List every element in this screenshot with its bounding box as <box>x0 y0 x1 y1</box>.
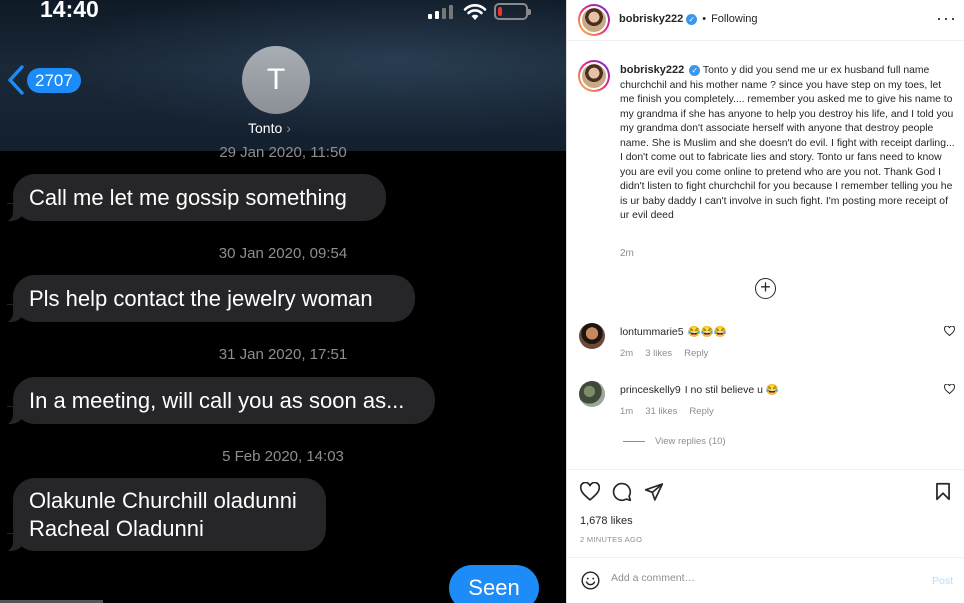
message-bubble[interactable]: Pls help contact the jewelry woman <box>3 275 415 323</box>
separator-dot: • <box>702 13 707 25</box>
battery-icon <box>494 3 531 20</box>
view-replies-button[interactable]: View replies (10) <box>623 436 726 447</box>
message-bubble[interactable]: Call me let me gossip something <box>3 174 386 222</box>
comment-icon[interactable] <box>612 482 632 502</box>
commenter-username[interactable]: lontummarie5 <box>620 326 684 338</box>
message-timestamp: 5 Feb 2020, 14:03 <box>222 448 344 465</box>
author-username[interactable]: bobrisky222 <box>619 13 683 25</box>
comment-likes[interactable]: 31 likes <box>645 406 677 417</box>
heart-icon[interactable] <box>580 482 600 501</box>
emoji-icon[interactable] <box>581 571 600 590</box>
author-avatar[interactable] <box>578 4 610 36</box>
post-button[interactable]: Post <box>932 575 953 587</box>
share-icon[interactable] <box>644 482 664 501</box>
comment-body: lontummarie5 😂😂😂 <box>620 325 727 338</box>
comment-input[interactable] <box>611 572 911 584</box>
cellular-signal-icon <box>428 5 453 19</box>
post-author: bobrisky222 ✓ • Following <box>619 13 758 25</box>
chevron-right-icon: › <box>286 120 291 136</box>
instagram-post-panel: bobrisky222 ✓ • Following ··· bobrisky22… <box>566 0 964 603</box>
imessage-screenshot: 14:40 2707 T Tonto › 29 Jan 2020, 11:50 C… <box>0 0 566 603</box>
post-actions: 1,678 likes 2 MINUTES AGO <box>567 469 964 557</box>
message-text-line: Racheal Oladunni <box>29 515 204 541</box>
message-text: Call me let me gossip something <box>29 184 347 210</box>
comment-body: princeskelly9 I no stil believe u 😂 <box>620 383 779 396</box>
contact-name[interactable]: Tonto › <box>248 120 291 136</box>
comment-time: 2m <box>620 348 634 359</box>
message-bubble[interactable]: Olakunle Churchill oladunni Racheal Olad… <box>3 478 326 552</box>
wifi-icon <box>463 4 487 20</box>
post-header: bobrisky222 ✓ • Following ··· <box>567 0 964 41</box>
commenter-avatar[interactable] <box>579 323 605 349</box>
verified-badge-icon: ✓ <box>689 64 701 76</box>
contact-name-label: Tonto <box>248 120 283 136</box>
verified-badge-icon: ✓ <box>686 13 698 25</box>
add-comment-bar: Post <box>567 557 964 603</box>
message-text: Pls help contact the jewelry woman <box>29 285 373 311</box>
reply-button[interactable]: Reply <box>689 406 713 417</box>
caption-text: Tonto y did you send me ur ex husband fu… <box>620 65 955 221</box>
seen-bubble: Seen <box>449 565 539 603</box>
caption-username[interactable]: bobrisky222 <box>620 64 684 76</box>
comment-like-heart-icon[interactable] <box>944 326 955 336</box>
commenter-avatar[interactable] <box>579 381 605 407</box>
reply-button[interactable]: Reply <box>684 348 708 359</box>
likes-count[interactable]: 1,678 likes <box>580 515 633 527</box>
contact-avatar[interactable]: T <box>242 46 310 114</box>
comment-like-heart-icon[interactable] <box>944 384 955 394</box>
comment-text: I no stil believe u 😂 <box>684 384 779 396</box>
caption-avatar[interactable] <box>578 60 610 92</box>
message-timestamp: 31 Jan 2020, 17:51 <box>218 346 348 363</box>
caption-time: 2m <box>620 248 634 259</box>
battery-level <box>498 7 502 16</box>
message-timestamp: 30 Jan 2020, 09:54 <box>218 245 348 262</box>
more-options-icon[interactable]: ··· <box>936 8 957 29</box>
commenter-username[interactable]: princeskelly9 <box>620 384 681 396</box>
view-replies-label: View replies (10) <box>655 436 726 447</box>
comment-meta: 1m 31 likes Reply <box>620 406 714 417</box>
divider-line <box>623 441 645 442</box>
comment-likes[interactable]: 3 likes <box>645 348 672 359</box>
status-time: 14:40 <box>40 0 99 22</box>
message-bubble[interactable]: In a meeting, will call you as soon as..… <box>3 377 435 425</box>
bookmark-icon[interactable] <box>935 482 951 501</box>
posted-time: 2 MINUTES AGO <box>580 535 643 544</box>
back-chevron-icon[interactable] <box>6 64 26 96</box>
comment-text: 😂😂😂 <box>687 326 727 338</box>
comment-meta: 2m 3 likes Reply <box>620 348 708 359</box>
add-circle-icon[interactable]: + <box>755 278 776 299</box>
message-text: In a meeting, will call you as soon as..… <box>29 387 405 413</box>
back-unread-count[interactable]: 2707 <box>27 68 81 93</box>
comment-time: 1m <box>620 406 634 417</box>
follow-status[interactable]: Following <box>711 13 757 25</box>
message-text-line: Olakunle Churchill oladunni <box>29 487 297 513</box>
message-timestamp: 29 Jan 2020, 11:50 <box>219 144 347 161</box>
post-caption: bobrisky222 ✓ Tonto y did you send me ur … <box>620 63 958 224</box>
